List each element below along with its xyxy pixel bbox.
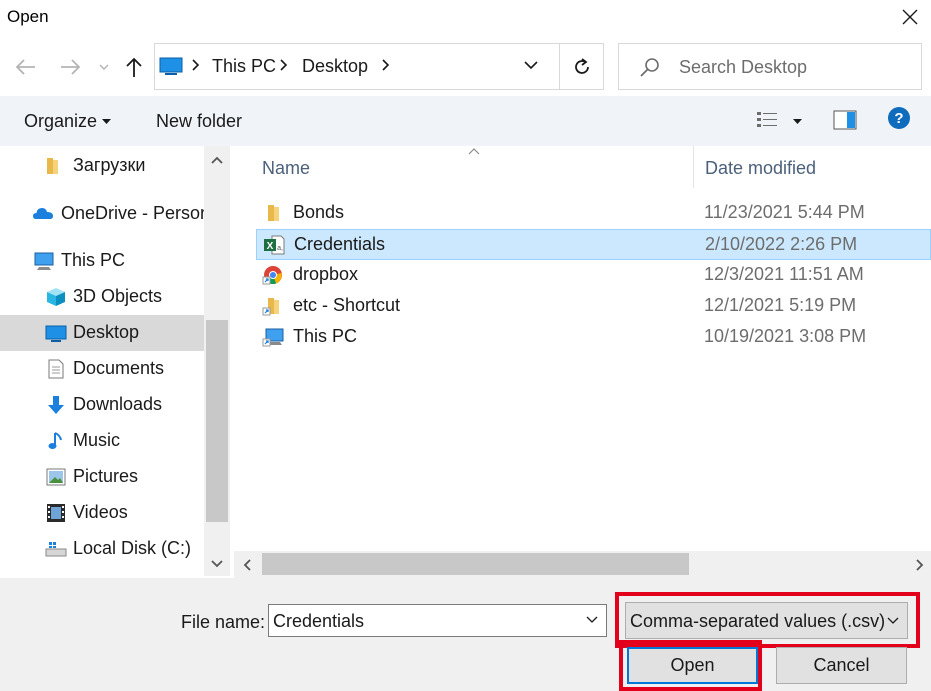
nav-item-downloads[interactable]: Downloads	[0, 387, 204, 423]
open-button-highlight-box	[619, 640, 762, 691]
organize-button[interactable]: Organize	[24, 111, 97, 132]
help-icon[interactable]: ?	[887, 106, 911, 130]
nav-item-documents[interactable]: Documents	[0, 351, 204, 387]
recent-locations-button[interactable]	[96, 52, 112, 82]
scroll-right-icon[interactable]	[916, 559, 924, 571]
nav-scrollbar[interactable]	[204, 146, 230, 576]
footer-panel: File name: Credentials Comma-separated v…	[0, 578, 931, 691]
file-row-etc-shortcut[interactable]: etc - Shortcut 12/1/2021 5:19 PM	[256, 291, 931, 322]
chevron-right-icon	[280, 59, 288, 71]
file-name-value: Credentials	[273, 611, 365, 631]
folder-icon	[268, 205, 279, 221]
column-header-date-modified[interactable]: Date modified	[694, 146, 931, 190]
nav-item-pictures[interactable]: Pictures	[0, 459, 204, 495]
file-name-field[interactable]: Credentials	[268, 604, 607, 637]
hscrollbar-thumb[interactable]	[262, 553, 689, 575]
svg-text:a,: a,	[277, 245, 283, 252]
pc-shortcut-icon	[262, 328, 284, 347]
search-placeholder: Search Desktop	[679, 57, 808, 77]
pictures-icon	[46, 468, 66, 486]
preview-pane-icon[interactable]	[833, 110, 857, 130]
svg-text:?: ?	[894, 110, 903, 127]
file-list-hscrollbar[interactable]	[234, 551, 931, 578]
file-row-credentials[interactable]: Xa, Credentials 2/10/2022 2:26 PM	[256, 229, 931, 260]
refresh-button[interactable]	[559, 44, 604, 89]
title-bar: Open	[0, 0, 931, 34]
disk-icon	[45, 542, 67, 557]
file-row-bonds[interactable]: Bonds 11/23/2021 5:44 PM	[256, 198, 931, 229]
address-row: This PC Desktop Search Desktop	[0, 34, 931, 96]
refresh-icon	[575, 57, 589, 74]
excel-file-icon: Xa,	[264, 235, 285, 255]
navigation-pane: Загрузки OneDrive - Person This PC 3D Ob…	[0, 146, 230, 576]
music-icon	[48, 432, 62, 449]
chevron-right-icon	[382, 59, 390, 71]
videos-icon	[47, 504, 65, 522]
cloud-icon	[33, 208, 53, 219]
scroll-up-icon[interactable]	[211, 156, 223, 164]
caret-down-icon	[102, 119, 111, 124]
pc-icon	[34, 252, 54, 270]
close-button[interactable]	[890, 0, 930, 34]
download-icon	[48, 396, 64, 414]
chevron-right-icon	[192, 59, 200, 71]
scroll-down-icon[interactable]	[211, 560, 223, 568]
column-header-name[interactable]: Name	[234, 146, 693, 190]
arrow-up-icon	[126, 57, 142, 77]
chevron-down-icon	[99, 64, 109, 70]
arrow-left-icon	[15, 59, 35, 75]
search-input[interactable]: Search Desktop	[618, 43, 922, 90]
nav-scrollbar-thumb[interactable]	[206, 320, 228, 522]
nav-item-local-disk[interactable]: Local Disk (C:)	[0, 531, 204, 567]
back-button[interactable]	[12, 52, 38, 82]
address-bar[interactable]: This PC Desktop	[154, 43, 604, 90]
file-list: Name Date modified Bonds 11/23/2021 5:44…	[234, 146, 931, 576]
chevron-down-icon[interactable]	[523, 58, 539, 72]
search-icon	[640, 58, 659, 77]
nav-item-this-pc[interactable]: This PC	[0, 243, 204, 279]
pc-icon	[159, 57, 183, 75]
view-details-icon[interactable]	[756, 109, 778, 131]
nav-item-desktop[interactable]: Desktop	[0, 315, 204, 351]
folder-shortcut-icon	[262, 298, 279, 316]
close-icon	[902, 9, 918, 25]
view-options-caret-icon[interactable]	[793, 119, 802, 124]
chrome-shortcut-icon	[262, 266, 282, 285]
nav-item-videos[interactable]: Videos	[0, 495, 204, 531]
file-row-this-pc[interactable]: This PC 10/19/2021 3:08 PM	[256, 322, 931, 353]
nav-item-music[interactable]: Music	[0, 423, 204, 459]
cube-icon	[47, 288, 65, 306]
folder-icon	[47, 158, 58, 174]
command-bar: Organize New folder ?	[0, 96, 931, 146]
arrow-right-icon	[61, 59, 81, 75]
svg-text:X: X	[267, 241, 274, 252]
nav-item-onedrive[interactable]: OneDrive - Person	[0, 196, 210, 232]
file-name-label: File name:	[181, 612, 266, 632]
document-icon	[48, 359, 64, 379]
file-row-dropbox[interactable]: dropbox 12/3/2021 11:51 AM	[256, 260, 931, 291]
chevron-down-icon[interactable]	[586, 616, 598, 624]
forward-button[interactable]	[58, 52, 84, 82]
nav-item-3d-objects[interactable]: 3D Objects	[0, 279, 204, 315]
desktop-icon	[45, 325, 67, 342]
window-title: Open	[7, 7, 49, 26]
up-button[interactable]	[122, 52, 146, 82]
nav-item-zagruzki[interactable]: Загрузки	[0, 148, 204, 184]
new-folder-button[interactable]: New folder	[156, 111, 242, 132]
scroll-left-icon[interactable]	[243, 559, 251, 571]
breadcrumb-this-pc[interactable]: This PC	[212, 56, 276, 77]
cancel-button[interactable]: Cancel	[776, 647, 907, 684]
breadcrumb-desktop[interactable]: Desktop	[302, 56, 368, 77]
